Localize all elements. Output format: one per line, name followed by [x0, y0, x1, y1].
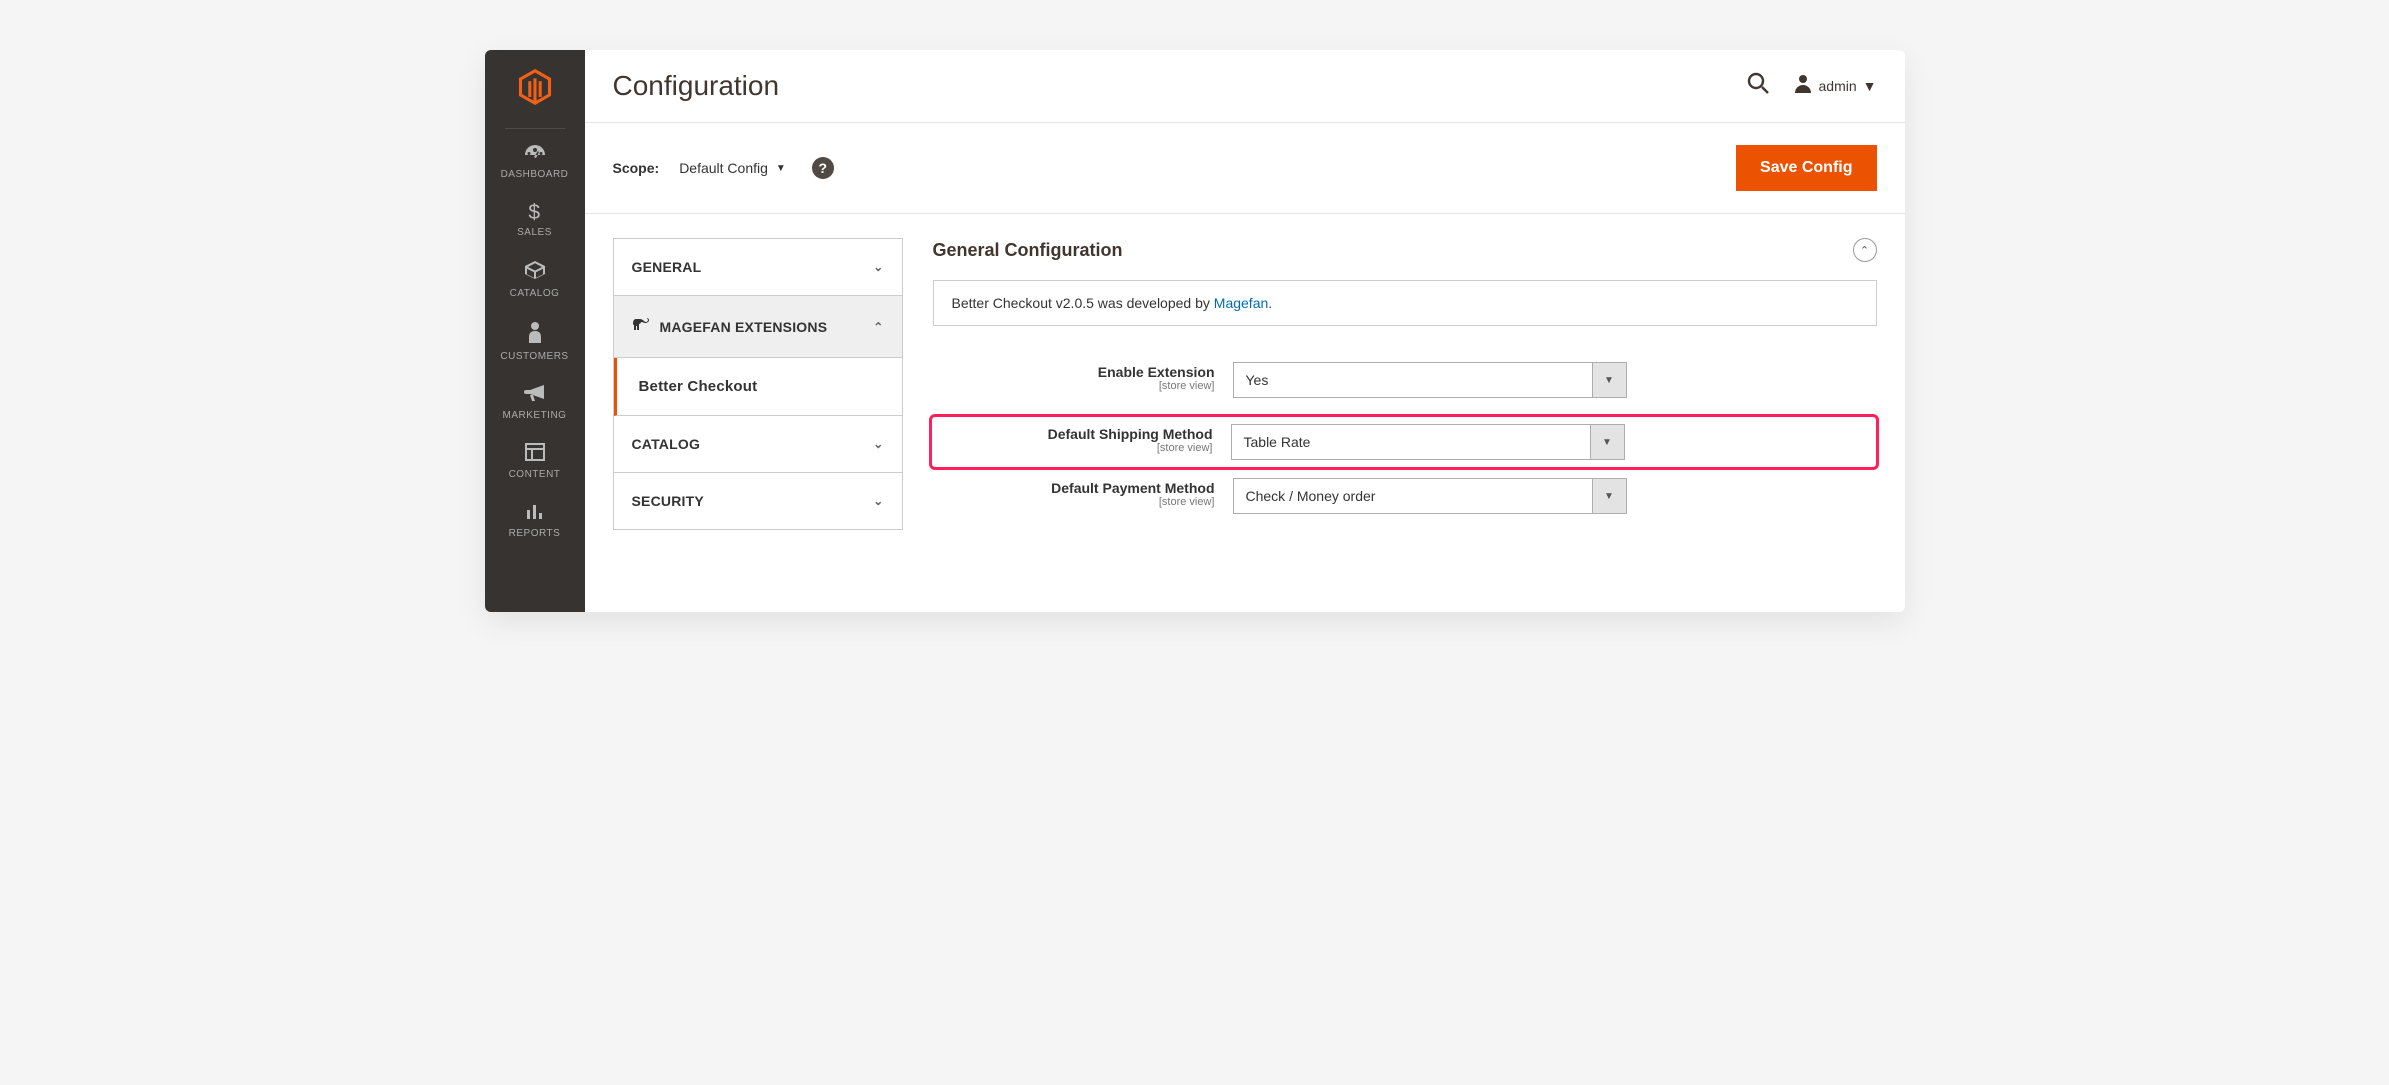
caret-down-icon: ▼	[1592, 479, 1626, 513]
section-header: General Configuration ⌃	[933, 238, 1877, 262]
collapse-section-button[interactable]: ⌃	[1853, 238, 1877, 262]
user-icon	[1793, 73, 1813, 99]
field-scope: [store view]	[931, 442, 1213, 454]
config-body: GENERAL ⌄ MAGEFAN EXTENSIONS ⌃ Better Ch…	[585, 214, 1905, 612]
scope-selector: Scope: Default Config ▼ ?	[613, 157, 834, 179]
user-name: admin	[1819, 78, 1857, 94]
chevron-down-icon: ⌄	[873, 437, 883, 451]
sidebar-item-reports[interactable]: REPORTS	[485, 492, 585, 551]
tab-general[interactable]: GENERAL ⌄	[614, 239, 902, 296]
sidebar: DASHBOARD $ SALES CATALOG CUSTOMERS MARK…	[485, 50, 585, 612]
config-tabs: GENERAL ⌄ MAGEFAN EXTENSIONS ⌃ Better Ch…	[613, 238, 903, 530]
chevron-down-icon: ⌄	[873, 260, 883, 274]
enable-extension-select[interactable]: Yes ▼	[1233, 362, 1627, 398]
help-icon[interactable]: ?	[812, 157, 834, 179]
sidebar-label: CONTENT	[485, 469, 585, 480]
field-enable-extension: Enable Extension [store view] Yes ▼	[933, 362, 1877, 398]
bars-icon	[485, 502, 585, 524]
tab-catalog[interactable]: CATALOG ⌄	[614, 416, 902, 473]
tab-security[interactable]: SECURITY ⌄	[614, 473, 902, 530]
tab-better-checkout[interactable]: Better Checkout	[614, 358, 902, 416]
title-actions: admin ▼	[1747, 72, 1877, 100]
sidebar-label: DASHBOARD	[485, 169, 585, 180]
scope-value[interactable]: Default Config ▼	[679, 160, 786, 176]
sidebar-item-sales[interactable]: $ SALES	[485, 192, 585, 250]
field-default-payment-method: Default Payment Method [store view] Chec…	[933, 478, 1877, 514]
page-title: Configuration	[613, 70, 780, 102]
sidebar-item-marketing[interactable]: MARKETING	[485, 374, 585, 433]
titlebar: Configuration admin ▼	[585, 50, 1905, 122]
megaphone-icon	[485, 384, 585, 406]
chevron-down-icon: ⌄	[873, 494, 883, 508]
elephant-icon	[632, 316, 652, 337]
field-default-shipping-method: Default Shipping Method [store view] Tab…	[931, 416, 1877, 468]
toolbar: Scope: Default Config ▼ ? Save Config	[585, 122, 1905, 214]
sidebar-label: REPORTS	[485, 528, 585, 539]
field-label: Enable Extension	[933, 364, 1215, 380]
sidebar-item-catalog[interactable]: CATALOG	[485, 250, 585, 311]
gauge-icon	[485, 143, 585, 165]
scope-label: Scope:	[613, 160, 660, 176]
default-payment-method-select[interactable]: Check / Money order ▼	[1233, 478, 1627, 514]
user-menu[interactable]: admin ▼	[1793, 73, 1877, 99]
sidebar-item-dashboard[interactable]: DASHBOARD	[485, 133, 585, 192]
caret-down-icon: ▼	[776, 163, 786, 174]
default-shipping-method-select[interactable]: Table Rate ▼	[1231, 424, 1625, 460]
extension-info: Better Checkout v2.0.5 was developed by …	[933, 280, 1877, 326]
field-scope: [store view]	[933, 496, 1215, 508]
main: Configuration admin ▼ Scope: Default Co	[585, 50, 1905, 612]
caret-down-icon: ▼	[1592, 363, 1626, 397]
magento-logo-icon[interactable]	[517, 62, 553, 118]
caret-down-icon: ▼	[1590, 425, 1624, 459]
chevron-up-icon: ⌃	[873, 320, 883, 334]
field-scope: [store view]	[933, 380, 1215, 392]
field-label: Default Shipping Method	[931, 426, 1213, 442]
config-content: General Configuration ⌃ Better Checkout …	[933, 238, 1877, 612]
search-icon[interactable]	[1747, 72, 1769, 100]
tab-magefan-extensions[interactable]: MAGEFAN EXTENSIONS ⌃	[614, 296, 902, 358]
sidebar-label: CATALOG	[485, 288, 585, 299]
dollar-icon: $	[485, 202, 585, 223]
layout-icon	[485, 443, 585, 465]
sidebar-item-customers[interactable]: CUSTOMERS	[485, 311, 585, 374]
person-icon	[485, 321, 585, 347]
sidebar-item-content[interactable]: CONTENT	[485, 433, 585, 492]
box-icon	[485, 260, 585, 284]
magefan-link[interactable]: Magefan	[1214, 295, 1268, 311]
section-title: General Configuration	[933, 240, 1123, 261]
sidebar-label: CUSTOMERS	[485, 351, 585, 362]
sidebar-label: MARKETING	[485, 410, 585, 421]
caret-down-icon: ▼	[1863, 78, 1877, 94]
app-window: DASHBOARD $ SALES CATALOG CUSTOMERS MARK…	[485, 50, 1905, 612]
field-label: Default Payment Method	[933, 480, 1215, 496]
save-config-button[interactable]: Save Config	[1736, 145, 1876, 191]
sidebar-label: SALES	[485, 227, 585, 238]
